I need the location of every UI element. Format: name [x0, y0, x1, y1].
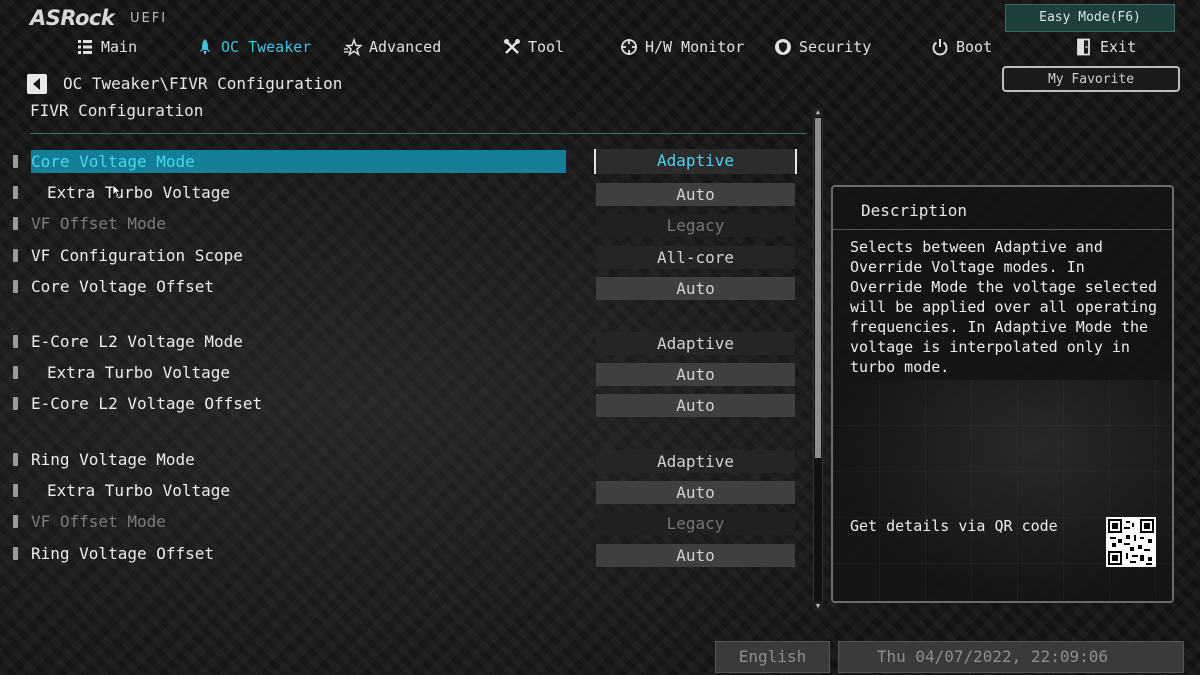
row-marker — [13, 217, 18, 230]
back-button[interactable] — [27, 74, 47, 94]
row-marker — [13, 453, 18, 466]
datetime-display: Thu 04/07/2022, 22:09:06 — [838, 641, 1184, 673]
row-marker — [13, 547, 18, 560]
description-divider — [833, 229, 1172, 230]
back-arrow-icon — [33, 78, 40, 90]
setting-label[interactable]: Ring Voltage Mode — [31, 448, 195, 471]
setting-label[interactable]: Extra Turbo Voltage — [47, 181, 230, 204]
uefi-label: UEFI — [130, 11, 168, 26]
my-favorite-button[interactable]: My Favorite — [1002, 66, 1180, 92]
rocket-icon — [196, 38, 214, 56]
description-text: Selects between Adaptive and Override Vo… — [850, 238, 1158, 376]
qr-caption: Get details via QR code — [850, 517, 1058, 535]
setting-label[interactable]: Core Voltage Offset — [31, 275, 214, 298]
row-marker — [13, 397, 18, 410]
tab-hw-monitor-label: H/W Monitor — [645, 38, 745, 56]
setting-value-dropdown[interactable]: Adaptive — [596, 450, 795, 473]
setting-value-dropdown: Legacy — [596, 512, 795, 535]
asrock-logo: ASRock — [30, 6, 115, 30]
qr-code-icon — [1106, 517, 1156, 567]
list-icon — [76, 38, 94, 56]
breadcrumb: OC Tweaker\FIVR Configuration — [63, 74, 343, 93]
tab-boot-label: Boot — [956, 38, 993, 56]
setting-label: VF Offset Mode — [31, 214, 166, 233]
scroll-down-arrow[interactable]: ▼ — [813, 602, 823, 611]
tab-main[interactable]: Main — [76, 36, 137, 58]
section-title: FIVR Configuration — [30, 101, 204, 120]
description-background-art — [833, 380, 1172, 601]
section-divider — [30, 133, 807, 134]
setting-value-dropdown[interactable]: Auto — [596, 394, 795, 417]
setting-value-dropdown[interactable]: Auto — [596, 277, 795, 300]
setting-label[interactable]: VF Configuration Scope — [31, 244, 243, 267]
setting-value-dropdown[interactable]: Auto — [596, 183, 795, 206]
setting-value-dropdown[interactable]: Auto — [596, 544, 795, 567]
tab-security-label: Security — [799, 38, 872, 56]
description-title: Description — [861, 201, 967, 220]
setting-value-dropdown[interactable]: Adaptive — [594, 149, 797, 174]
tools-icon — [503, 38, 521, 56]
scrollbar-thumb[interactable] — [815, 118, 821, 458]
tab-oc-tweaker-label: OC Tweaker — [221, 38, 312, 56]
row-marker — [13, 484, 18, 497]
power-icon — [931, 38, 949, 56]
row-marker — [13, 186, 18, 199]
row-marker — [13, 155, 18, 168]
setting-label[interactable]: Extra Turbo Voltage — [47, 361, 230, 384]
shield-icon — [774, 38, 792, 56]
setting-label[interactable]: E-Core L2 Voltage Offset — [31, 392, 262, 415]
tab-oc-tweaker[interactable]: OC Tweaker — [196, 36, 311, 58]
scroll-up-arrow[interactable]: ▲ — [813, 108, 823, 117]
setting-value-dropdown[interactable]: Auto — [596, 481, 795, 504]
setting-value-dropdown: Legacy — [596, 214, 795, 237]
mouse-cursor-icon — [112, 184, 122, 198]
row-marker — [13, 280, 18, 293]
setting-label[interactable]: Core Voltage Mode — [31, 150, 566, 173]
tab-tool-label: Tool — [528, 38, 565, 56]
tab-advanced[interactable]: Advanced — [344, 36, 441, 58]
tab-tool[interactable]: Tool — [503, 36, 564, 58]
crosshair-icon — [620, 38, 638, 56]
row-marker — [13, 515, 18, 528]
row-marker — [13, 249, 18, 262]
tab-hw-monitor[interactable]: H/W Monitor — [620, 36, 744, 58]
language-selector[interactable]: English — [715, 641, 830, 673]
row-marker — [13, 335, 18, 348]
tab-boot[interactable]: Boot — [931, 36, 992, 58]
setting-value-dropdown[interactable]: Adaptive — [596, 332, 795, 355]
tab-advanced-label: Advanced — [369, 38, 442, 56]
tab-security[interactable]: Security — [774, 36, 871, 58]
setting-label[interactable]: Ring Voltage Offset — [31, 542, 214, 565]
setting-value-dropdown[interactable]: All-core — [596, 246, 795, 269]
tab-exit[interactable]: Exit — [1075, 36, 1136, 58]
setting-value-dropdown[interactable]: Auto — [596, 363, 795, 386]
setting-label: VF Offset Mode — [31, 512, 166, 531]
easy-mode-button[interactable]: Easy Mode(F6) — [1005, 4, 1175, 32]
exit-icon — [1075, 38, 1093, 56]
row-marker — [13, 366, 18, 379]
tab-main-label: Main — [101, 38, 138, 56]
star-icon — [344, 38, 362, 56]
tab-exit-label: Exit — [1100, 38, 1137, 56]
setting-label[interactable]: E-Core L2 Voltage Mode — [31, 330, 243, 353]
setting-label[interactable]: Extra Turbo Voltage — [47, 479, 230, 502]
